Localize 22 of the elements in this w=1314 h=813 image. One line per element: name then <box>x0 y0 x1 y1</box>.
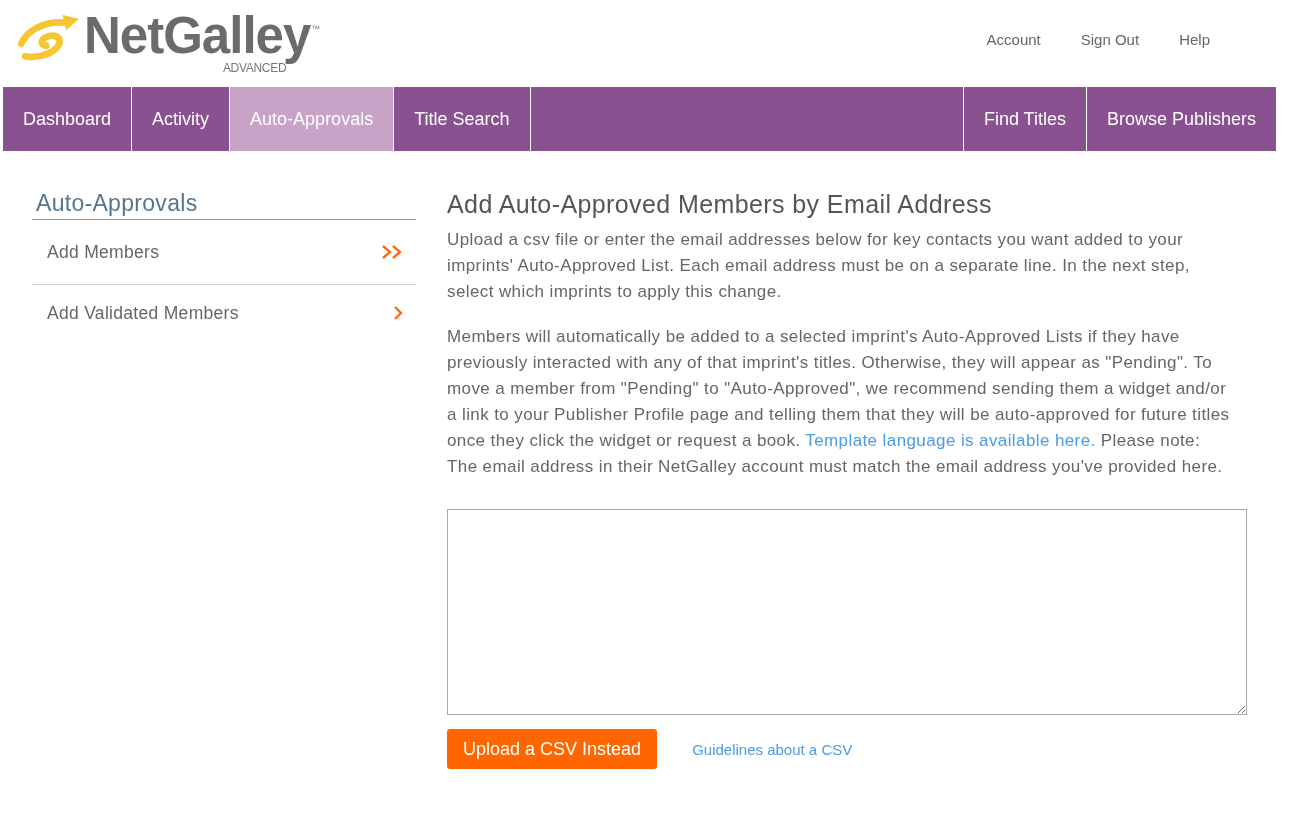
description-text: Members will automatically be added to a selected imprint's Auto-Approved Lists if they have previously interacted with any of that imprint's titles. Otherwise, they will appear as "Pending". To move a member from "Pending" to "Auto-Approved", we recommend sending them a widget and/or a link to your Publisher Profile page and telling them that they will be auto-approved for future titles once they click the widget or request a book. Template language is available here. Please note: The email address in their NetGalley account must match the email address you've provided here. <box>447 326 1231 478</box>
nav-tab[interactable]: Dashboard <box>3 87 133 151</box>
header-link[interactable]: Account <box>986 31 1041 49</box>
chevron-icon <box>393 305 403 321</box>
description-text: Upload a csv file or enter the email addresses below for key contacts you want added to your imprints' Auto-Approved List. Each email address must be on a separate line. In the next step, select which imprints to apply this change. <box>447 229 1191 303</box>
header-link[interactable]: Sign Out <box>1080 31 1140 49</box>
trademark-mark: ™ <box>311 24 321 34</box>
header-link[interactable]: Help <box>1179 31 1210 49</box>
nav-tab[interactable]: Find Titles <box>962 87 1086 151</box>
double-chevron-icon <box>381 244 403 260</box>
upload-csv-button[interactable]: Upload a CSV Instead <box>447 729 658 769</box>
logo-wordmark: NetGalley <box>84 10 311 62</box>
template-link[interactable]: Template language is available here. <box>805 431 1096 450</box>
guidelines-link[interactable]: Guidelines about a CSV <box>692 740 853 758</box>
sidebar-item[interactable]: Add Members <box>32 220 416 285</box>
sidebar-item[interactable]: Add Validated Members <box>32 285 416 341</box>
nav-tab[interactable]: Title Search <box>394 87 531 151</box>
nav-tab[interactable]: Browse Publishers <box>1085 87 1276 151</box>
sidebar-heading: Auto-Approvals <box>32 189 416 220</box>
page-heading: Add Auto-Approved Members by Email Address <box>447 189 993 219</box>
swirl-arrow-icon <box>17 13 81 61</box>
email-input[interactable] <box>447 509 1247 715</box>
